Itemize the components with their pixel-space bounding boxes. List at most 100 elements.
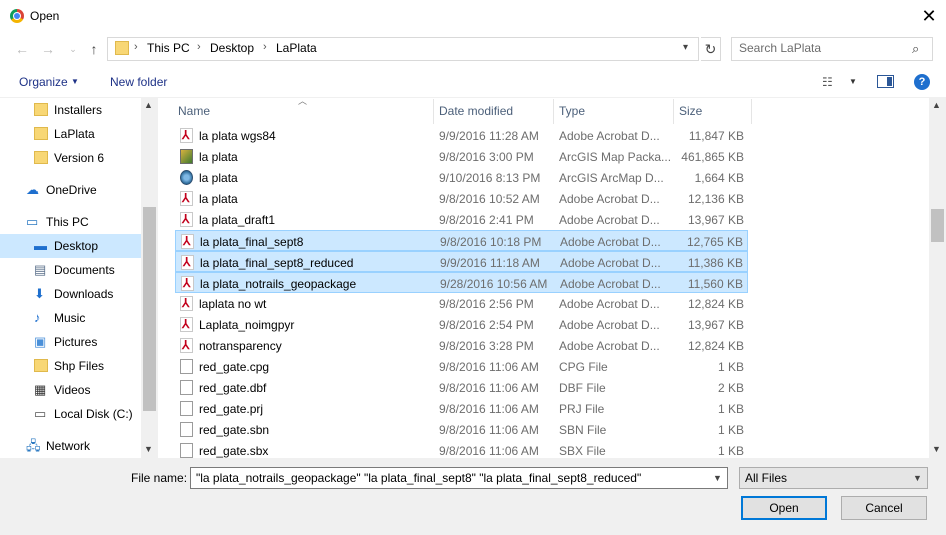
sidebar-item-label: Shp Files — [54, 359, 105, 373]
computer-icon: ▭ — [26, 214, 39, 229]
file-row[interactable]: red_gate.dbf 9/8/2016 11:06 AM DBF File 2 K… — [175, 377, 748, 398]
back-icon[interactable]: ← — [12, 39, 32, 59]
file-list-scrollbar-thumb[interactable] — [931, 209, 944, 242]
open-button[interactable]: Open — [741, 496, 827, 520]
file-row[interactable]: red_gate.cpg 9/8/2016 11:06 AM CPG File 1 K… — [175, 356, 748, 377]
sidebar-item-label: Downloads — [54, 287, 114, 301]
refresh-icon[interactable]: ↻ — [701, 37, 721, 61]
breadcrumb-laplata[interactable]: LaPlata — [276, 41, 317, 55]
cancel-button[interactable]: Cancel — [841, 496, 927, 520]
scroll-down-icon[interactable]: ▼ — [144, 444, 153, 454]
file-name: la plata — [199, 171, 238, 185]
file-size: 13,967 KB — [687, 213, 744, 227]
file-row[interactable]: la plata_notrails_geopackage 9/28/2016 10… — [175, 272, 748, 293]
column-header-date[interactable]: Date modified — [439, 104, 513, 118]
breadcrumb-this-pc[interactable]: This PC — [147, 41, 190, 55]
file-size: 12,824 KB — [687, 339, 744, 353]
sidebar-item-desktop[interactable]: ▬ Desktop — [0, 234, 141, 258]
organize-button[interactable]: Organize — [19, 75, 68, 89]
view-options-icon[interactable]: ☷ — [822, 75, 833, 89]
sidebar-item-music[interactable]: ♪ Music — [0, 306, 141, 330]
column-header-size[interactable]: Size — [679, 104, 702, 118]
chevron-right-icon[interactable]: › — [263, 41, 267, 53]
file-type: Adobe Acrobat D... — [559, 339, 660, 353]
file-date: 9/8/2016 11:06 AM — [439, 444, 539, 458]
file-size: 461,865 KB — [681, 150, 744, 164]
file-row[interactable]: notransparency 9/8/2016 3:28 PM Adobe Acro… — [175, 335, 748, 356]
file-row[interactable]: la plata 9/10/2016 8:13 PM ArcGIS ArcMap D… — [175, 167, 748, 188]
breadcrumb-desktop[interactable]: Desktop — [210, 41, 254, 55]
file-size: 11,847 KB — [688, 129, 744, 143]
file-size: 1 KB — [717, 444, 744, 458]
file-row[interactable]: la plata_final_sept8 9/8/2016 10:18 PM Ado… — [175, 230, 748, 251]
column-divider[interactable] — [751, 99, 752, 124]
help-icon[interactable]: ? — [914, 74, 930, 90]
sidebar-item-documents[interactable]: ▤ Documents — [0, 258, 141, 282]
column-divider[interactable] — [553, 99, 554, 124]
file-row[interactable]: la plata_draft1 9/8/2016 2:41 PM Adobe Acr… — [175, 209, 748, 230]
caret-down-icon[interactable]: ▼ — [71, 77, 79, 86]
sidebar-item-local-disk-c[interactable]: ▭ Local Disk (C:) — [0, 402, 141, 426]
file-icon — [180, 380, 193, 395]
file-row[interactable]: la plata_final_sept8_reduced 9/9/2016 11:… — [175, 251, 748, 272]
preview-pane-icon[interactable] — [877, 75, 894, 88]
caret-down-icon[interactable]: ▼ — [849, 77, 857, 86]
sidebar-item-installers[interactable]: Installers — [0, 98, 141, 122]
new-folder-button[interactable]: New folder — [110, 75, 167, 89]
file-type-select[interactable]: All Files — [739, 467, 928, 489]
column-header-type[interactable]: Type — [559, 104, 585, 118]
file-row[interactable]: red_gate.prj 9/8/2016 11:06 AM PRJ File 1 K… — [175, 398, 748, 419]
recent-locations-icon[interactable]: ⌄ — [63, 39, 83, 59]
file-name: la plata_final_sept8 — [200, 235, 304, 249]
file-date: 9/8/2016 11:06 AM — [439, 360, 539, 374]
file-size: 12,765 KB — [686, 235, 743, 249]
column-divider[interactable] — [433, 99, 434, 124]
sidebar-item-onedrive[interactable]: ☁ OneDrive — [0, 178, 141, 202]
sidebar-item-this-pc[interactable]: ▭ This PC — [0, 210, 141, 234]
nav-scrollbar-thumb[interactable] — [143, 207, 156, 411]
scroll-up-icon[interactable]: ▲ — [144, 100, 153, 110]
scroll-down-icon[interactable]: ▼ — [932, 444, 941, 454]
chevron-right-icon[interactable]: › — [134, 41, 138, 53]
chevron-down-icon[interactable]: ▼ — [913, 473, 922, 483]
column-divider[interactable] — [673, 99, 674, 124]
sidebar-item-downloads[interactable]: ⬇ Downloads — [0, 282, 141, 306]
up-folder-icon[interactable]: ↑ — [84, 39, 104, 59]
file-size: 1,664 KB — [694, 171, 744, 185]
sidebar-item-version-6[interactable]: Version 6 — [0, 146, 141, 170]
pdf-file-icon — [181, 276, 194, 291]
chevron-down-icon[interactable]: ▼ — [713, 473, 722, 483]
file-row[interactable]: red_gate.sbn 9/8/2016 11:06 AM SBN File 1 K… — [175, 419, 748, 440]
file-type: Adobe Acrobat D... — [559, 213, 660, 227]
forward-icon[interactable]: → — [38, 39, 58, 59]
file-row[interactable]: la plata 9/8/2016 10:52 AM Adobe Acrobat D… — [175, 188, 748, 209]
file-list-scrollbar[interactable] — [929, 98, 946, 458]
file-name-input[interactable]: "la plata_notrails_geopackage" "la plata… — [190, 467, 728, 489]
sidebar-item-pictures[interactable]: ▣ Pictures — [0, 330, 141, 354]
file-row[interactable]: laplata no wt 9/8/2016 2:56 PM Adobe Acrob… — [175, 293, 748, 314]
file-row[interactable]: Laplata_noimgpyr 9/8/2016 2:54 PM Adobe Ac… — [175, 314, 748, 335]
file-row[interactable]: la plata 9/8/2016 3:00 PM ArcGIS Map Packa… — [175, 146, 748, 167]
file-date: 9/8/2016 11:06 AM — [439, 402, 539, 416]
sidebar-item-laplata[interactable]: LaPlata — [0, 122, 141, 146]
file-icon — [180, 422, 193, 437]
sidebar-item-videos[interactable]: ▦ Videos — [0, 378, 141, 402]
file-date: 9/10/2016 8:13 PM — [439, 171, 541, 185]
close-button[interactable]: ✕ — [912, 4, 946, 28]
sidebar-item-shp-files[interactable]: Shp Files — [0, 354, 141, 378]
chevron-down-icon[interactable]: ▾ — [683, 42, 688, 53]
sidebar-item-network[interactable]: 🖧 Network — [0, 434, 141, 458]
file-name: red_gate.sbx — [199, 444, 269, 458]
scroll-up-icon[interactable]: ▲ — [932, 100, 941, 110]
address-bar[interactable] — [107, 37, 699, 61]
arcmap-document-icon — [180, 170, 193, 185]
file-date: 9/8/2016 10:18 PM — [440, 235, 542, 249]
search-icon[interactable]: ⌕ — [912, 41, 919, 57]
file-size: 11,560 KB — [687, 277, 743, 291]
file-size: 12,136 KB — [687, 192, 744, 206]
file-row[interactable]: la plata wgs84 9/9/2016 11:28 AM Adobe Acr… — [175, 125, 748, 146]
chevron-right-icon[interactable]: › — [197, 41, 201, 53]
sidebar-item-label: Videos — [54, 383, 91, 397]
file-date: 9/8/2016 10:52 AM — [439, 192, 540, 206]
column-header-name[interactable]: Name — [178, 104, 210, 118]
